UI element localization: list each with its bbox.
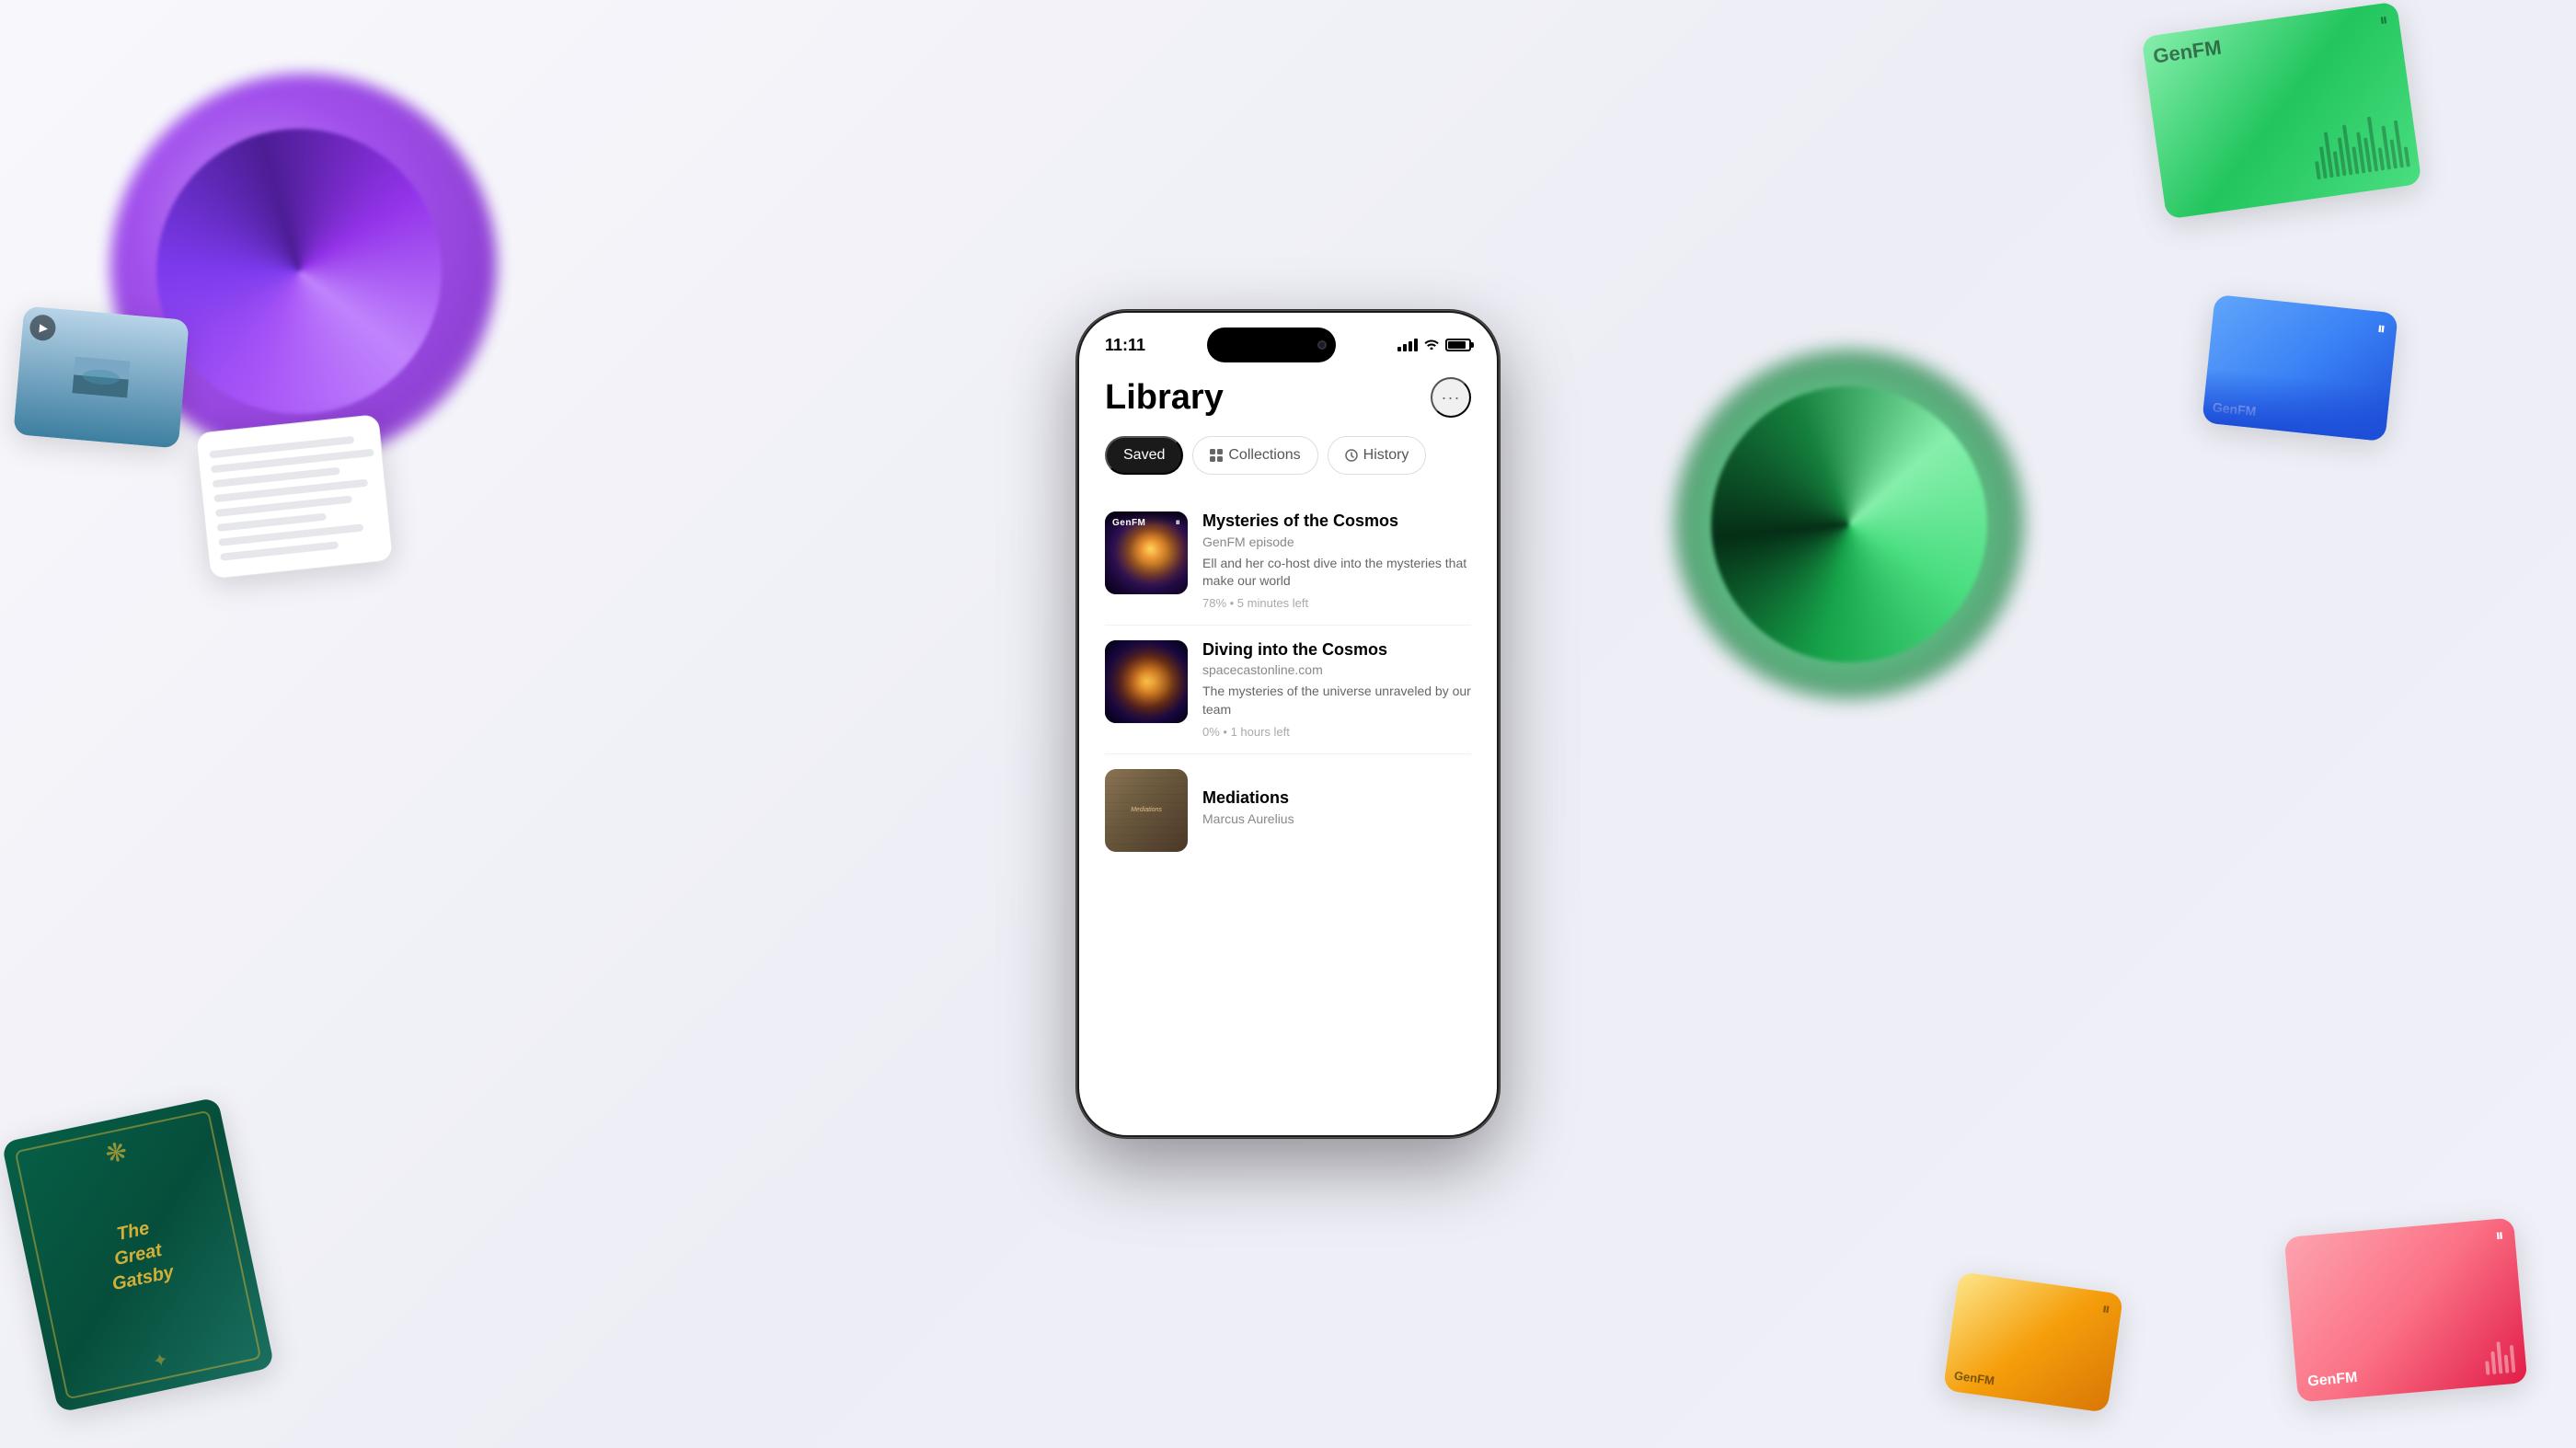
signal-bar-1 (1397, 347, 1401, 351)
library-item-mysteries[interactable]: GenFM ⏸ Mysteries of the Cosmos GenFM ep… (1105, 497, 1471, 626)
more-dots-icon: ··· (1442, 388, 1461, 408)
pause-icon-pink: ⏸ (2494, 1225, 2504, 1246)
purple-orb-inner (156, 129, 442, 414)
item-source-mysteries: GenFM episode (1202, 534, 1471, 549)
item-description-mysteries: Ell and her co-host dive into the myster… (1202, 555, 1471, 591)
floating-card-document (195, 414, 394, 580)
status-time: 11:11 (1105, 336, 1145, 355)
item-source-diving: spacecastonline.com (1202, 662, 1471, 677)
item-meta-mysteries: 78% • 5 minutes left (1202, 596, 1471, 610)
thumbnail-diving (1105, 640, 1188, 723)
page-title: Library (1105, 378, 1224, 418)
phone-frame: 11:11 (1076, 310, 1500, 1138)
tab-collections[interactable]: Collections (1192, 436, 1317, 475)
item-description-diving: The mysteries of the universe unraveled … (1202, 683, 1471, 718)
item-info-mysteries: Mysteries of the Cosmos GenFM episode El… (1202, 511, 1471, 610)
island-camera-dot (1317, 340, 1327, 350)
signal-bar-2 (1403, 344, 1407, 351)
item-info-diving: Diving into the Cosmos spacecastonline.c… (1202, 640, 1471, 739)
item-info-mediations: Mediations Marcus Aurelius (1202, 769, 1471, 852)
waveform-pink (2483, 1340, 2515, 1375)
app-content[interactable]: Library ··· Saved (1079, 370, 1497, 1135)
signal-bar-4 (1414, 339, 1418, 351)
grid-icon (1210, 449, 1223, 462)
tab-saved-label: Saved (1123, 447, 1165, 464)
item-meta-diving: 0% • 1 hours left (1202, 725, 1471, 739)
floating-card-genfm-green: GenFM ⏸ (2141, 1, 2421, 219)
app-header: Library ··· (1105, 377, 1471, 418)
item-title-mysteries: Mysteries of the Cosmos (1202, 511, 1471, 532)
floating-card-photo: ▶ (13, 305, 190, 448)
photo-scene-icon (72, 356, 130, 397)
item-source-mediations: Marcus Aurelius (1202, 811, 1471, 826)
genfm-pink-label: GenFM (2307, 1370, 2359, 1391)
battery-fill (1448, 341, 1466, 349)
library-item-mediations[interactable]: Mediations Mediations Marcus Aurelius (1105, 754, 1471, 867)
pause-icon-blue: ⏸ (2376, 319, 2386, 339)
signal-icon (1397, 339, 1418, 351)
wifi-icon (1423, 337, 1440, 354)
library-item-diving[interactable]: Diving into the Cosmos spacecastonline.c… (1105, 626, 1471, 754)
tab-history-label: History (1363, 447, 1409, 464)
filter-tabs: Saved Collections (1105, 436, 1471, 475)
floating-card-genfm-orange: ⏸ GenFM (1943, 1271, 2123, 1413)
thumbnail-mediations: Mediations (1105, 769, 1188, 852)
genfm-orange-label: GenFM (1953, 1368, 1995, 1387)
battery-icon (1445, 339, 1471, 351)
status-icons (1397, 337, 1471, 354)
genfm-green-label: GenFM (2152, 36, 2223, 69)
clock-icon (1345, 449, 1358, 462)
item-title-diving: Diving into the Cosmos (1202, 640, 1471, 661)
genfm-badge: GenFM (1112, 518, 1145, 528)
dynamic-island (1207, 328, 1336, 362)
more-options-button[interactable]: ··· (1431, 377, 1471, 418)
pause-icon-green: ⏸ (2378, 10, 2389, 30)
waveform-green (2310, 112, 2410, 180)
playing-indicator: ⏸ (1176, 517, 1181, 529)
genfm-overlay: GenFM ⏸ (1105, 511, 1188, 534)
status-bar: 11:11 (1079, 313, 1497, 370)
floating-card-genfm-blue: ⏸ GenFM (2202, 294, 2398, 442)
signal-bar-3 (1409, 341, 1412, 351)
phone-wrapper: 11:11 (1076, 310, 1500, 1138)
item-title-mediations: Mediations (1202, 788, 1471, 809)
pause-icon-orange: ⏸ (2100, 1299, 2111, 1319)
floating-card-genfm-pink: ⏸ GenFM (2284, 1217, 2528, 1402)
tab-history[interactable]: History (1328, 436, 1427, 475)
thumbnail-mysteries: GenFM ⏸ (1105, 511, 1188, 594)
tab-collections-label: Collections (1228, 447, 1300, 464)
green-orb-inner (1711, 386, 1987, 662)
tab-saved[interactable]: Saved (1105, 436, 1183, 475)
phone-screen: 11:11 (1079, 313, 1497, 1135)
